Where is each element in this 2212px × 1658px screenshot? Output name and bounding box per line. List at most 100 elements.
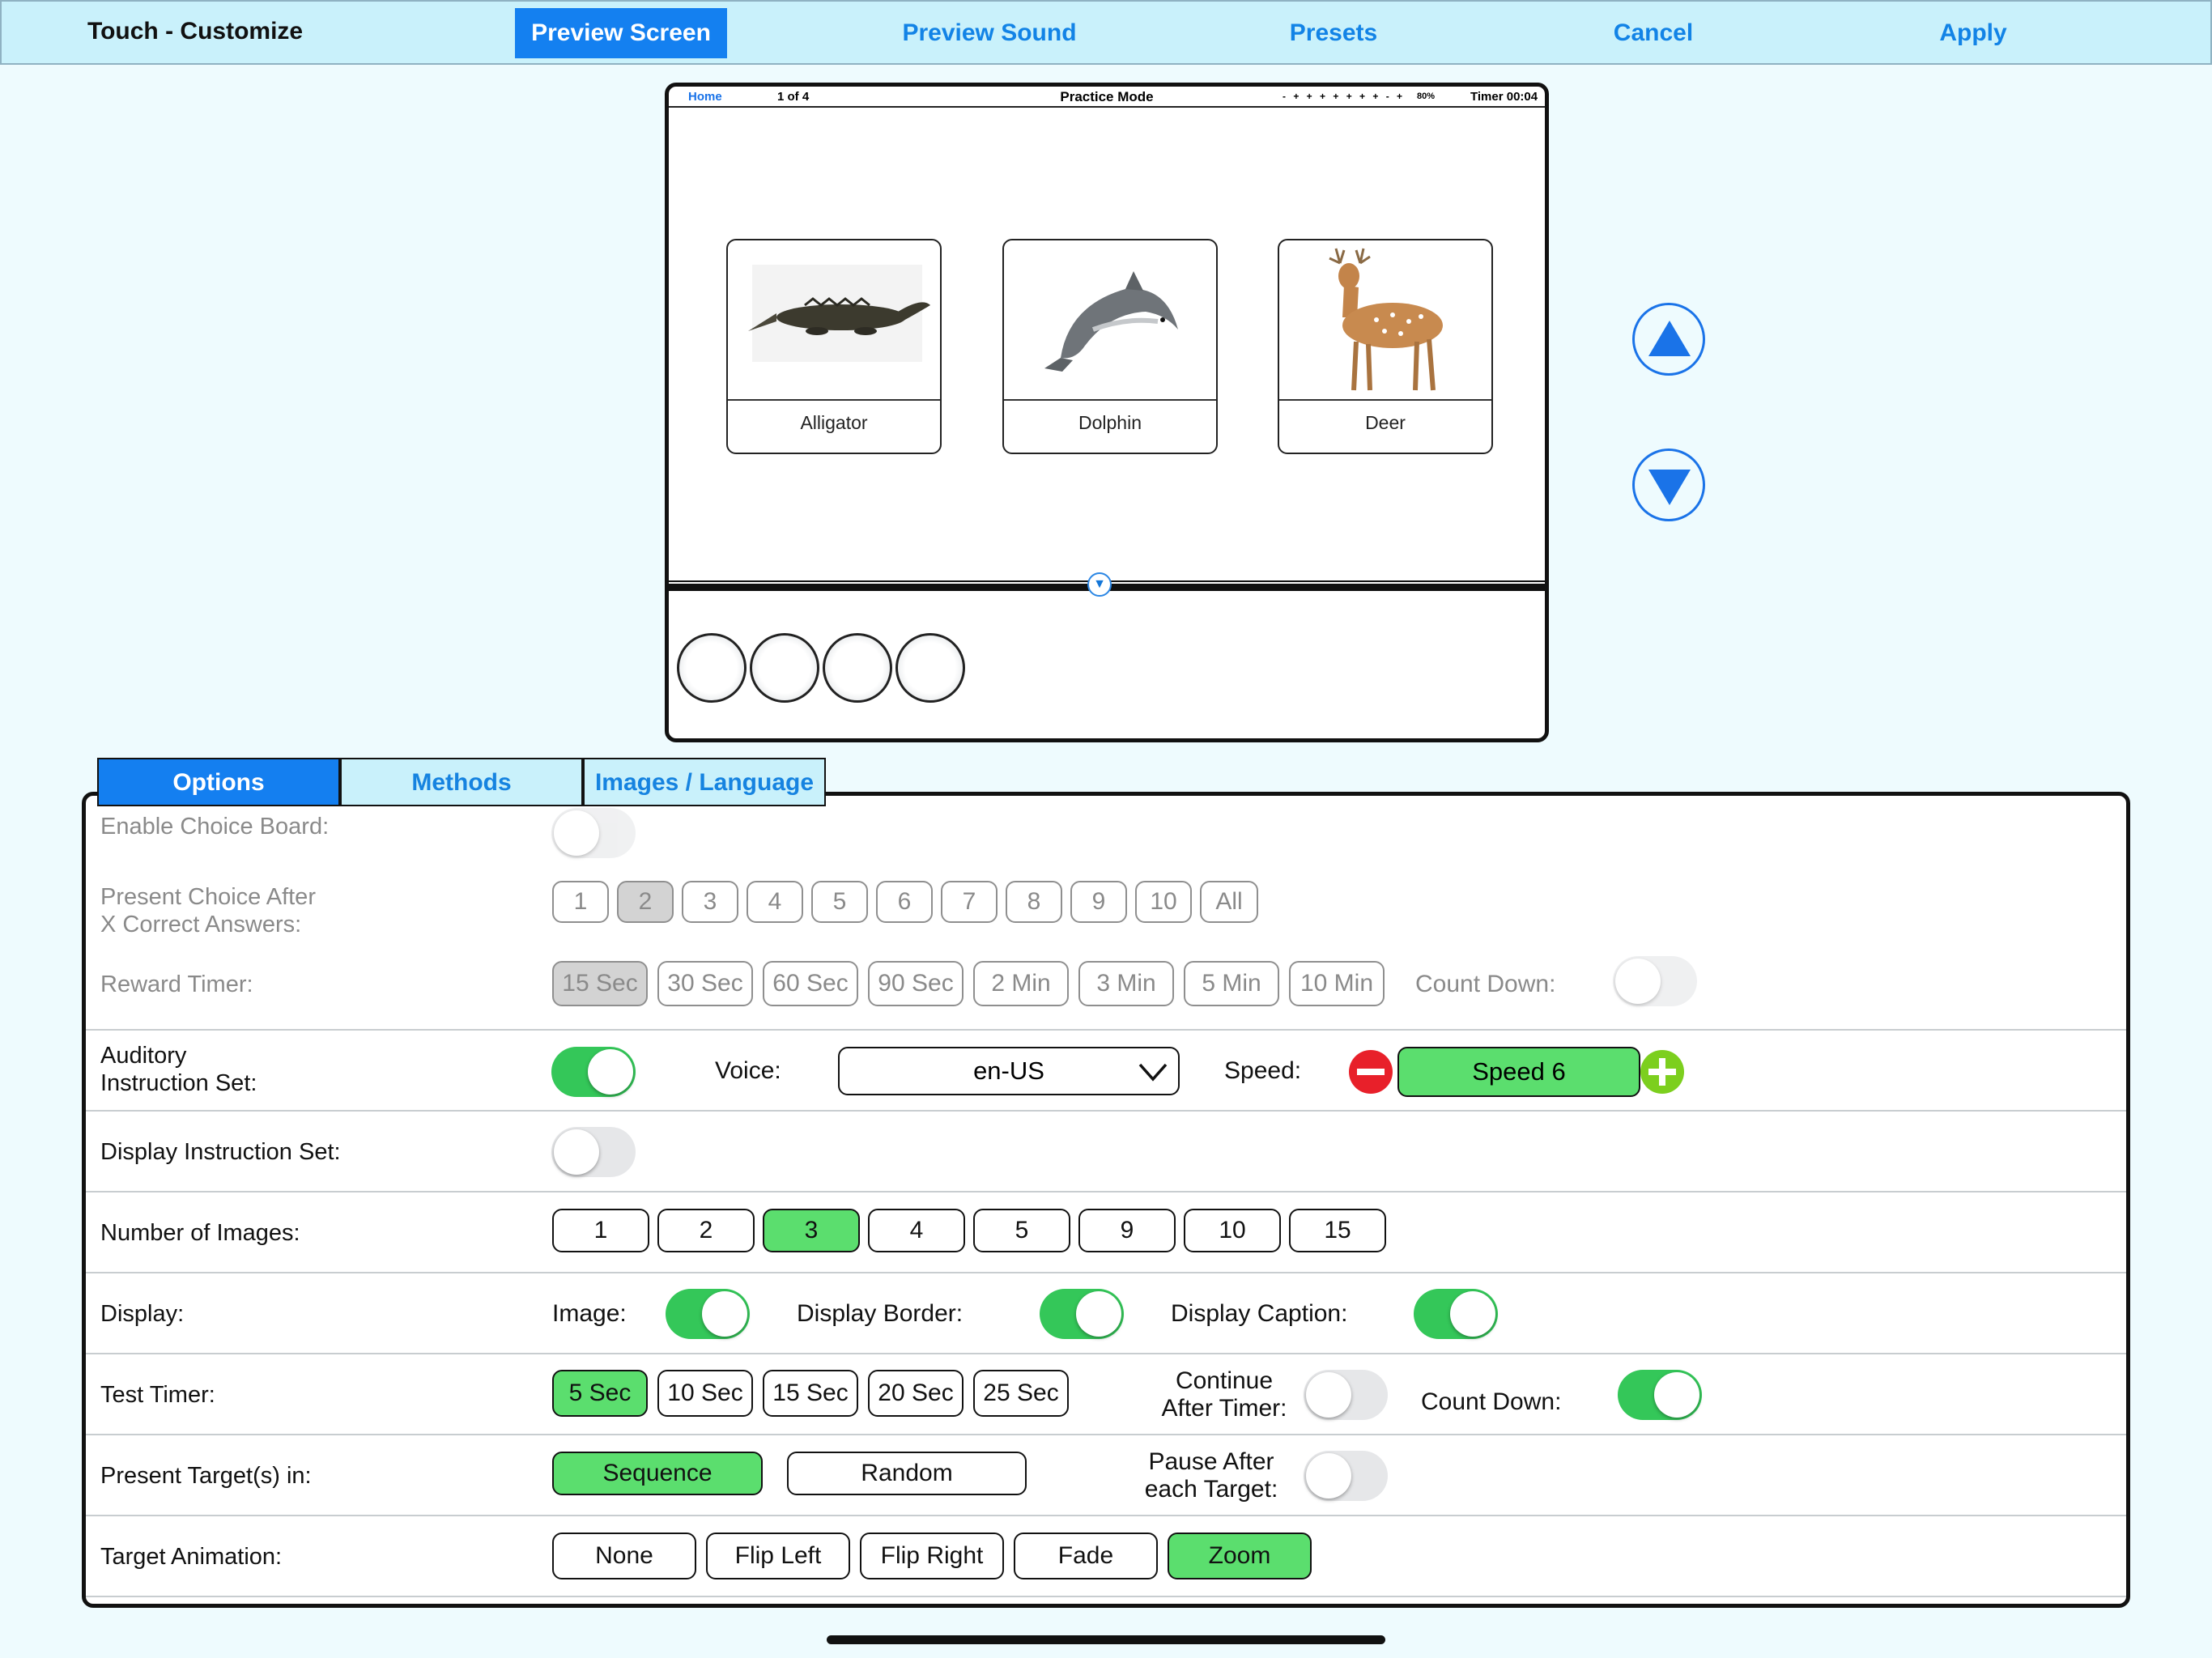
number-of-images-option[interactable]: 1: [552, 1209, 649, 1252]
animation-flip-left-button[interactable]: Flip Left: [706, 1533, 850, 1579]
test-timer-option[interactable]: 10 Sec: [657, 1370, 753, 1417]
reward-timer-option[interactable]: 60 Sec: [763, 961, 858, 1006]
target-animation-label: Target Animation:: [100, 1544, 283, 1570]
present-choice-option[interactable]: 3: [682, 881, 738, 923]
enable-choice-board-toggle[interactable]: [551, 808, 636, 858]
present-choice-option[interactable]: 10: [1135, 881, 1192, 923]
display-caption-toggle[interactable]: [1414, 1289, 1498, 1339]
test-timer-option[interactable]: 5 Sec: [552, 1370, 648, 1417]
choice-card-alligator[interactable]: Alligator: [726, 239, 942, 454]
card-caption: Deer: [1365, 412, 1406, 433]
present-choice-option[interactable]: 5: [811, 881, 868, 923]
random-button[interactable]: Random: [787, 1452, 1027, 1495]
auditory-row: Auditory Instruction Set: Voice: en-US S…: [86, 1031, 2126, 1112]
speed-increase-button[interactable]: [1639, 1048, 1686, 1095]
token-slot: [750, 633, 819, 703]
tab-images-language[interactable]: Images / Language: [583, 758, 826, 806]
apply-button[interactable]: Apply: [1921, 8, 2026, 58]
speed-decrease-button[interactable]: [1347, 1048, 1394, 1095]
reward-timer-option[interactable]: 5 Min: [1184, 961, 1279, 1006]
animation-fade-button[interactable]: Fade: [1014, 1533, 1158, 1579]
continue-after-timer-line2: After Timer:: [1161, 1395, 1287, 1422]
screen-title: Touch - Customize: [87, 18, 304, 45]
voice-value: en-US: [973, 1056, 1044, 1085]
reward-count-down-toggle[interactable]: [1613, 956, 1697, 1006]
preview-screen-button[interactable]: Preview Screen: [515, 8, 727, 58]
present-targets-row: Present Target(s) in: Sequence Random Pa…: [86, 1435, 2126, 1516]
token-slot: [677, 633, 747, 703]
home-indicator[interactable]: [827, 1635, 1385, 1644]
target-animation-row: Target Animation: None Flip Left Flip Ri…: [86, 1516, 2126, 1597]
reward-timer-option[interactable]: 30 Sec: [657, 961, 753, 1006]
preview-timer: Timer 00:04: [1470, 90, 1538, 104]
minus-icon: [1349, 1050, 1393, 1094]
present-targets-label: Present Target(s) in:: [100, 1463, 312, 1489]
reward-timer-option[interactable]: 10 Min: [1289, 961, 1385, 1006]
number-of-images-option[interactable]: 10: [1184, 1209, 1281, 1252]
test-count-down-label: Count Down:: [1421, 1388, 1562, 1415]
arrow-down-icon: [1648, 470, 1691, 505]
pause-after-target-line2: each Target:: [1144, 1476, 1278, 1503]
present-choice-option[interactable]: 8: [1006, 881, 1062, 923]
choice-card-dolphin[interactable]: Dolphin: [1002, 239, 1218, 454]
sequence-button[interactable]: Sequence: [552, 1452, 763, 1495]
scroll-up-button[interactable]: [1632, 303, 1705, 376]
cancel-button[interactable]: Cancel: [1597, 8, 1710, 58]
arrow-up-icon: [1648, 321, 1691, 356]
voice-select[interactable]: en-US: [838, 1047, 1180, 1095]
tab-options[interactable]: Options: [97, 758, 340, 806]
present-choice-option[interactable]: 7: [941, 881, 998, 923]
preview-progress-dots: - + + + + + + + - +: [1283, 91, 1406, 102]
test-timer-label: Test Timer:: [100, 1382, 215, 1408]
present-choice-option[interactable]: 4: [747, 881, 803, 923]
continue-after-timer-toggle[interactable]: [1304, 1370, 1388, 1420]
display-instruction-toggle[interactable]: [551, 1127, 636, 1177]
tab-methods[interactable]: Methods: [340, 758, 583, 806]
scroll-down-button[interactable]: [1632, 449, 1705, 521]
speed-value: Speed 6: [1397, 1047, 1640, 1097]
image-label: Image:: [552, 1300, 627, 1327]
present-choice-option[interactable]: All: [1200, 881, 1258, 923]
choice-board-section: Enable Choice Board: Present Choice Afte…: [86, 796, 2126, 1031]
choice-card-deer[interactable]: Deer: [1278, 239, 1493, 454]
number-of-images-option[interactable]: 5: [973, 1209, 1070, 1252]
presets-button[interactable]: Presets: [1273, 8, 1394, 58]
animation-none-button[interactable]: None: [552, 1533, 696, 1579]
reward-timer-option[interactable]: 15 Sec: [552, 961, 648, 1006]
token-slot: [895, 633, 965, 703]
display-label: Display:: [100, 1301, 185, 1327]
reward-timer-option[interactable]: 2 Min: [973, 961, 1069, 1006]
test-timer-option[interactable]: 25 Sec: [973, 1370, 1069, 1417]
number-of-images-option[interactable]: 15: [1289, 1209, 1386, 1252]
preview-sound-button[interactable]: Preview Sound: [892, 8, 1087, 58]
number-of-images-option[interactable]: 4: [868, 1209, 965, 1252]
present-choice-option[interactable]: 2: [617, 881, 674, 923]
reward-timer-option[interactable]: 90 Sec: [868, 961, 963, 1006]
token-slot: [823, 633, 892, 703]
present-choice-option[interactable]: 1: [552, 881, 609, 923]
animation-flip-right-button[interactable]: Flip Right: [860, 1533, 1004, 1579]
number-of-images-option[interactable]: 3: [763, 1209, 860, 1252]
pause-after-target-toggle[interactable]: [1304, 1451, 1388, 1501]
animation-zoom-button[interactable]: Zoom: [1168, 1533, 1312, 1579]
number-of-images-label: Number of Images:: [100, 1220, 300, 1246]
auditory-toggle[interactable]: [551, 1047, 636, 1097]
collapse-arrow-icon[interactable]: ▼: [1087, 572, 1112, 597]
preview-mode-title: Practice Mode: [1060, 89, 1154, 104]
number-of-images-option[interactable]: 2: [657, 1209, 755, 1252]
display-border-toggle[interactable]: [1040, 1289, 1124, 1339]
number-of-images-option[interactable]: 9: [1078, 1209, 1176, 1252]
continue-after-timer-line1: Continue: [1175, 1367, 1274, 1394]
present-choice-option[interactable]: 9: [1070, 881, 1127, 923]
reward-timer-label: Reward Timer:: [100, 971, 253, 997]
test-timer-option[interactable]: 20 Sec: [868, 1370, 963, 1417]
card-caption: Alligator: [800, 412, 868, 433]
image-toggle[interactable]: [666, 1289, 750, 1339]
test-timer-option[interactable]: 15 Sec: [763, 1370, 858, 1417]
reward-timer-option[interactable]: 3 Min: [1078, 961, 1174, 1006]
card-caption: Dolphin: [1078, 412, 1142, 433]
display-border-label: Display Border:: [797, 1300, 963, 1327]
display-row: Display: Image: Display Border: Display …: [86, 1273, 2126, 1354]
test-count-down-toggle[interactable]: [1618, 1370, 1702, 1420]
present-choice-option[interactable]: 6: [876, 881, 933, 923]
